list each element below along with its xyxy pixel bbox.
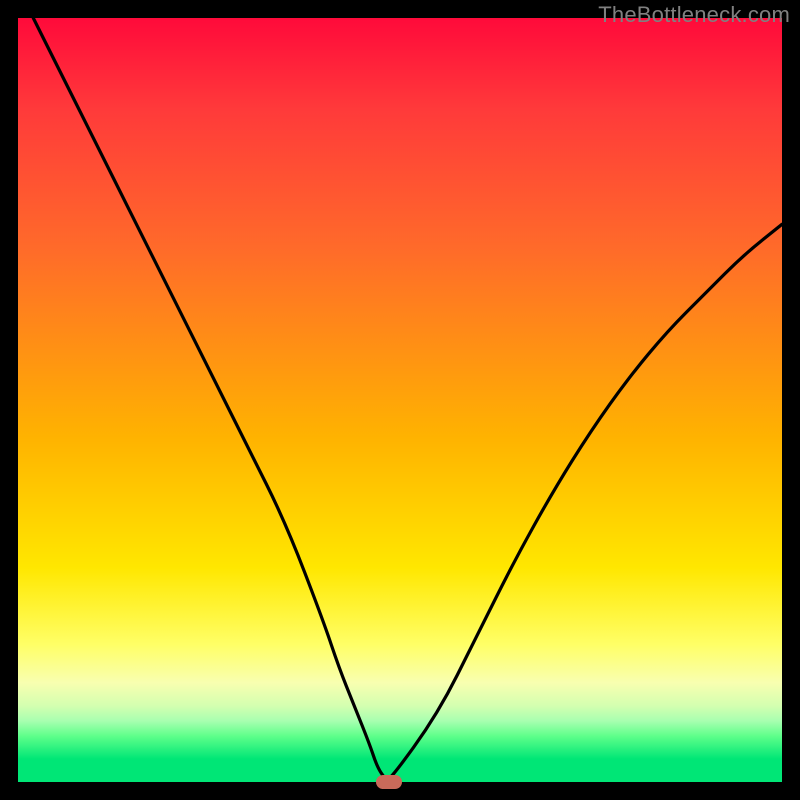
chart-frame: TheBottleneck.com	[0, 0, 800, 800]
optimum-marker	[376, 775, 402, 789]
bottleneck-curve	[18, 18, 782, 782]
plot-area	[18, 18, 782, 782]
